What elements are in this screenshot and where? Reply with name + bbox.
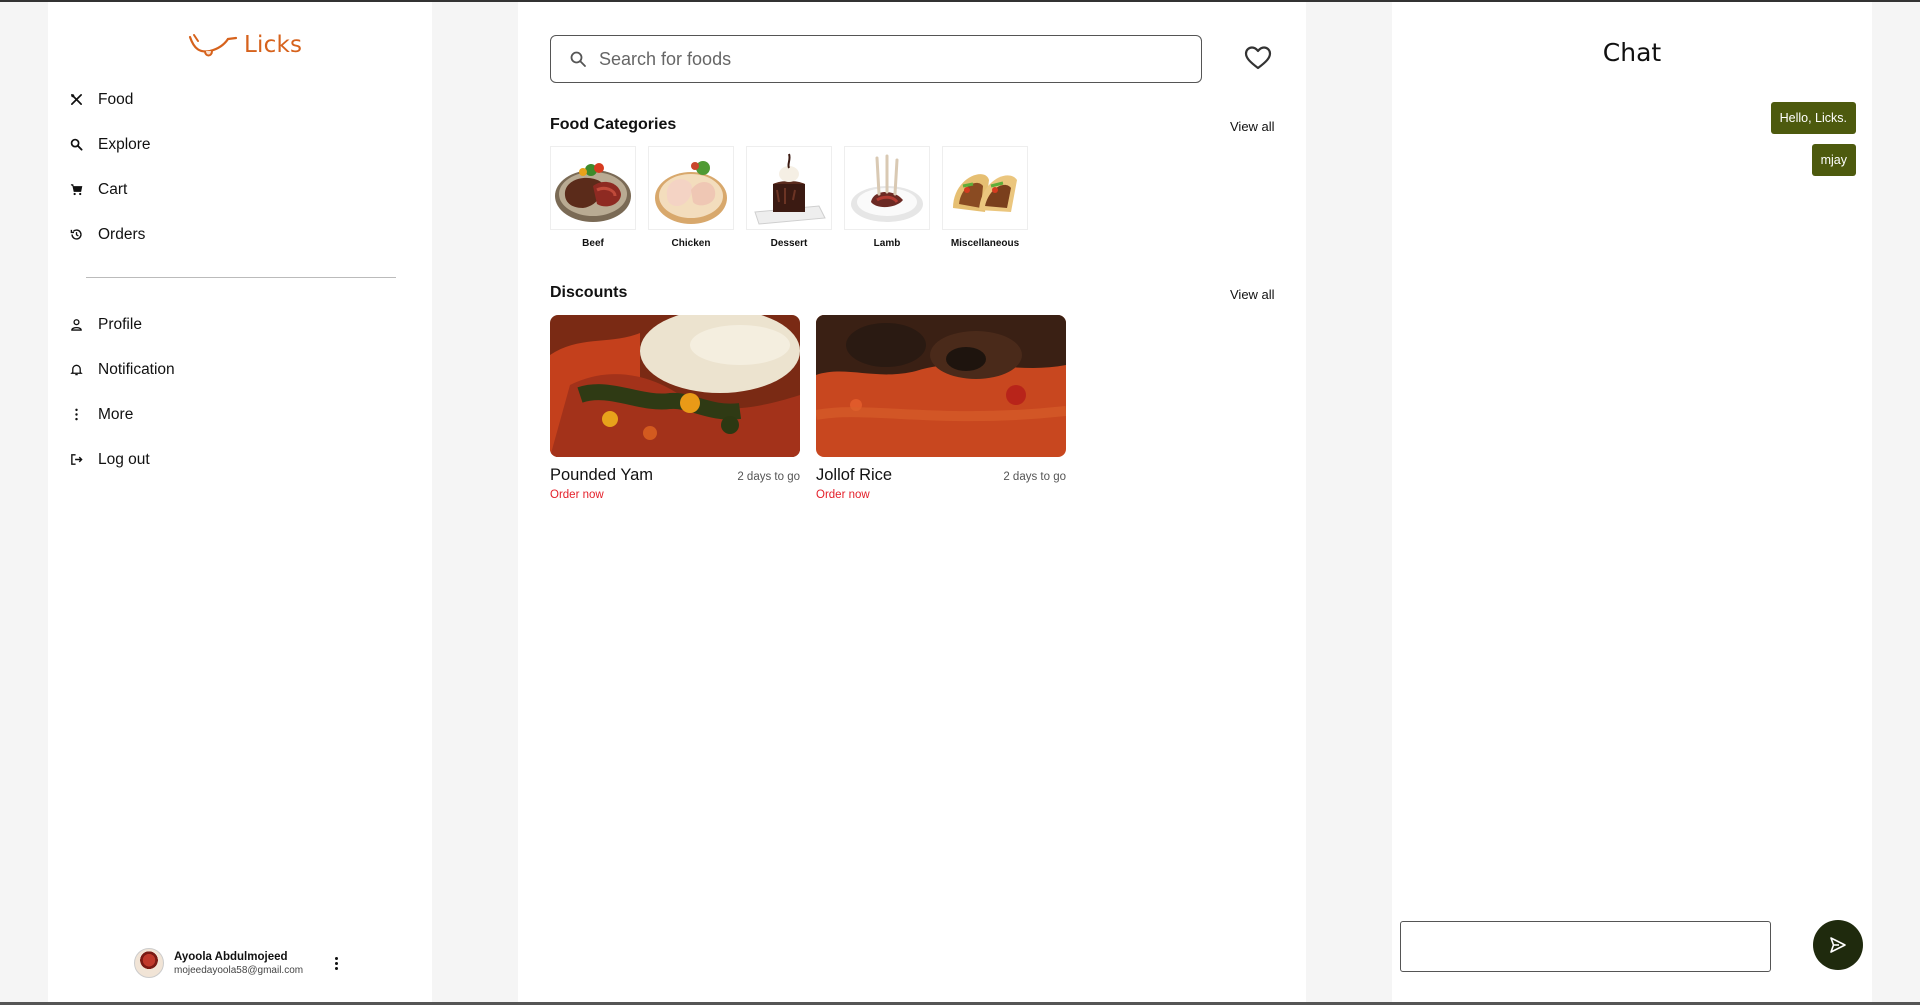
logo-mark-icon	[188, 34, 238, 57]
nav-divider	[86, 277, 396, 278]
user-info: Ayoola Abdulmojeed mojeedayoola58@gmail.…	[174, 951, 303, 976]
dessert-image	[746, 146, 832, 230]
category-chicken[interactable]: Chicken	[648, 146, 734, 249]
nav-item-explore[interactable]: Explore	[66, 122, 406, 167]
send-icon	[1830, 937, 1846, 953]
search-icon	[68, 137, 84, 153]
category-lamb[interactable]: Lamb	[844, 146, 930, 249]
discount-info-row: Pounded Yam 2 days to go	[550, 466, 800, 485]
nav-item-label: Food	[98, 90, 134, 108]
discount-card-jollof-rice[interactable]: Jollof Rice 2 days to go Order now	[816, 315, 1066, 501]
discount-info-row: Jollof Rice 2 days to go	[816, 466, 1066, 485]
avatar	[134, 948, 164, 978]
primary-nav: Food Explore Cart Orders	[66, 77, 406, 257]
pounded-yam-image	[550, 315, 800, 457]
nav-item-more[interactable]: More	[66, 392, 406, 437]
nav-item-profile[interactable]: Profile	[66, 302, 406, 347]
send-button[interactable]	[1813, 920, 1863, 970]
category-label: Dessert	[770, 238, 808, 249]
logout-icon	[68, 452, 84, 468]
nav-item-label: Orders	[98, 225, 146, 243]
chicken-image	[648, 146, 734, 230]
search-input[interactable]	[599, 48, 1179, 70]
lamb-image	[844, 146, 930, 230]
chat-message: Hello, Licks.	[1770, 102, 1856, 134]
discount-list: Pounded Yam 2 days to go Order now Jollo…	[550, 315, 1066, 501]
search-icon	[570, 51, 586, 67]
nav-item-notification[interactable]: Notification	[66, 347, 406, 392]
secondary-nav: Profile Notification More Log out	[66, 302, 406, 482]
heart-icon[interactable]	[1244, 45, 1272, 71]
jollof-rice-image	[816, 315, 1066, 457]
discount-card-pounded-yam[interactable]: Pounded Yam 2 days to go Order now	[550, 315, 800, 501]
chat-title: Chat	[1602, 38, 1662, 67]
order-now-link[interactable]: Order now	[816, 489, 1066, 501]
user-card[interactable]: Ayoola Abdulmojeed mojeedayoola58@gmail.…	[134, 948, 341, 978]
category-label: Beef	[582, 238, 604, 249]
food-categories-title: Food Categories	[550, 116, 677, 133]
main-content: Food Categories View all Beef	[518, 2, 1306, 1002]
search-bar[interactable]	[550, 35, 1202, 83]
discount-name: Jollof Rice	[816, 466, 893, 484]
utensils-icon	[68, 92, 84, 108]
order-now-link[interactable]: Order now	[550, 489, 800, 501]
cart-icon	[68, 182, 84, 198]
discounts-title: Discounts	[550, 284, 628, 301]
category-dessert[interactable]: Dessert	[746, 146, 832, 249]
discount-time-left: 2 days to go	[737, 471, 800, 483]
user-menu-icon[interactable]	[331, 953, 341, 973]
category-label: Miscellaneous	[950, 238, 1020, 249]
user-icon	[68, 317, 84, 333]
history-icon	[68, 227, 84, 243]
nav-item-orders[interactable]: Orders	[66, 212, 406, 257]
beef-image	[550, 146, 636, 230]
app-logo[interactable]: Licks	[188, 28, 302, 62]
user-email: mojeedayoola58@gmail.com	[174, 964, 304, 976]
bell-icon	[68, 362, 84, 378]
miscellaneous-image	[942, 146, 1028, 230]
nav-item-cart[interactable]: Cart	[66, 167, 406, 212]
discounts-view-all-link[interactable]: View all	[1230, 287, 1275, 302]
category-list: Beef Chicken Dessert Lamb Miscellaneous	[550, 146, 1028, 249]
nav-item-label: Notification	[98, 360, 175, 378]
chat-panel: Chat Hello, Licks. mjay	[1392, 2, 1872, 1002]
category-label: Lamb	[873, 238, 901, 249]
discount-name: Pounded Yam	[550, 466, 654, 484]
nav-item-food[interactable]: Food	[66, 77, 406, 122]
nav-item-label: Log out	[98, 450, 150, 468]
category-label: Chicken	[671, 238, 711, 249]
nav-item-label: Profile	[98, 315, 142, 333]
nav-item-label: More	[98, 405, 134, 423]
category-miscellaneous[interactable]: Miscellaneous	[942, 146, 1028, 249]
categories-view-all-link[interactable]: View all	[1230, 119, 1275, 134]
more-vertical-icon	[68, 407, 84, 423]
nav-item-label: Cart	[98, 180, 128, 198]
sidebar: Licks Food Explore Cart Orders Profile N…	[48, 2, 432, 1004]
nav-item-label: Explore	[98, 135, 151, 153]
chat-message-input[interactable]	[1400, 921, 1771, 972]
discount-time-left: 2 days to go	[1003, 471, 1066, 483]
user-name: Ayoola Abdulmojeed	[174, 950, 288, 963]
category-beef[interactable]: Beef	[550, 146, 636, 249]
chat-message: mjay	[1811, 144, 1856, 176]
nav-item-logout[interactable]: Log out	[66, 437, 406, 482]
logo-text: Licks	[244, 32, 303, 58]
